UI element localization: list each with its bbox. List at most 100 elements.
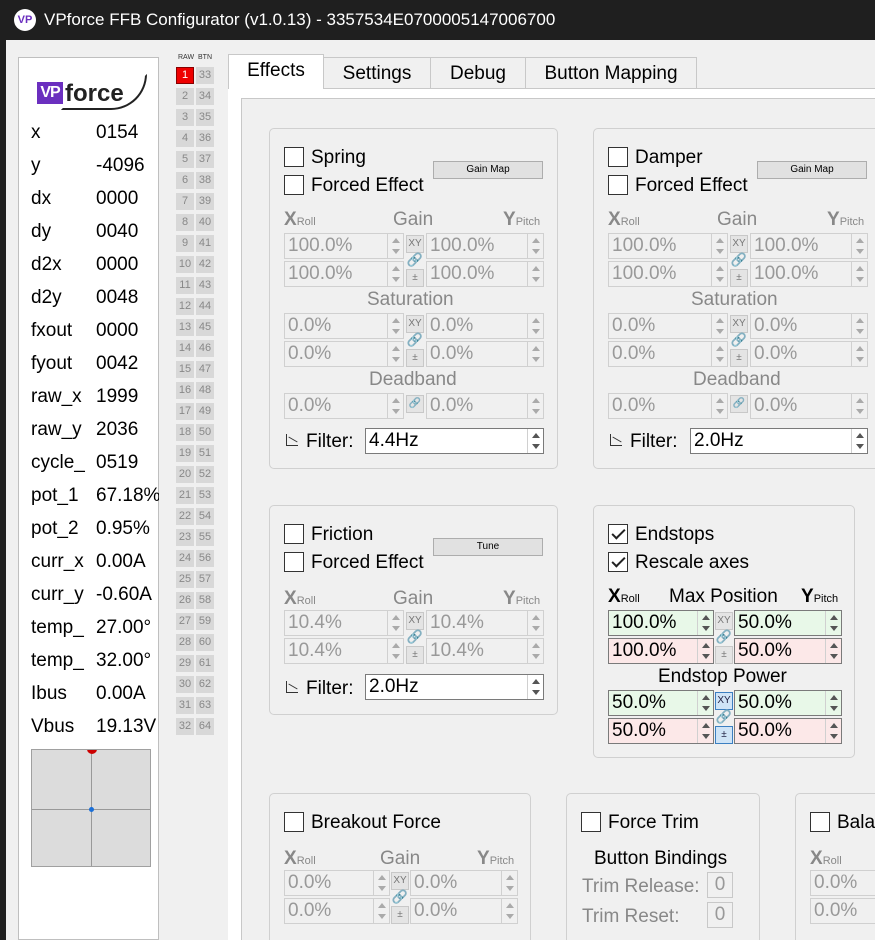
friction-checkbox[interactable] [284,524,304,544]
damper-deadband-link-icon[interactable]: 🔗 [730,395,748,413]
trim-release-label: Trim Release: [582,876,700,897]
force-trim-label: Force Trim [608,812,699,833]
balance-checkbox[interactable] [810,812,830,832]
damper-gain-y-pos[interactable]: 100.0% [750,233,868,259]
breakout-gain-link-icon[interactable]: 🔗 [391,889,409,905]
damper-gain-xy-toggle[interactable]: XY [730,235,748,253]
damper-sat-y-neg[interactable]: 0.0% [750,341,868,367]
spring-deadband-y[interactable]: 0.0% [426,393,544,419]
power-link-icon[interactable]: 🔗 [715,709,733,725]
tab-debug[interactable]: Debug [430,57,526,88]
spring-sat-link-icon[interactable]: 🔗 [406,332,424,348]
friction-gain-x-neg[interactable]: 10.4% [284,638,404,664]
spring-forced-checkbox[interactable] [284,175,304,195]
damper-deadband-y[interactable]: 0.0% [750,393,868,419]
damper-gain-y-neg[interactable]: 100.0% [750,261,868,287]
friction-gain-y-neg[interactable]: 10.4% [426,638,544,664]
damper-sat-x-pos[interactable]: 0.0% [608,313,728,339]
spring-gain-x-neg[interactable]: 100.0% [284,261,404,287]
damper-deadband-x[interactable]: 0.0% [608,393,728,419]
tab-effects[interactable]: Effects [228,54,324,89]
damper-sat-link-icon[interactable]: 🔗 [730,332,748,348]
spring-gain-x-pos[interactable]: 100.0% [284,233,404,259]
spring-gain-pm-toggle[interactable]: ± [406,269,424,287]
damper-sat-xy-toggle[interactable]: XY [730,315,748,333]
breakout-gain-x-neg[interactable]: 0.0% [284,898,390,924]
raw-button-indicator: 9 [176,235,194,252]
spring-sat-x-neg[interactable]: 0.0% [284,341,404,367]
max-pos-y-pos[interactable]: 50.0% [734,610,842,636]
spring-sat-pm-toggle[interactable]: ± [406,349,424,367]
friction-gain-pm-toggle[interactable]: ± [406,646,424,664]
breakout-gain-y-pos[interactable]: 0.0% [410,870,518,896]
logo-force: force [65,80,124,107]
tab-button-mapping[interactable]: Button Mapping [525,57,697,88]
max-pos-y-neg[interactable]: 50.0% [734,638,842,664]
damper-checkbox[interactable] [608,147,628,167]
damper-gain-x-neg[interactable]: 100.0% [608,261,728,287]
max-pos-x-neg[interactable]: 100.0% [608,638,714,664]
balance-x-pos[interactable]: 0.0% [810,870,875,896]
power-xy-toggle[interactable]: XY [715,692,733,710]
friction-x-axis-label: XRoll [284,588,316,609]
spring-checkbox[interactable] [284,147,304,167]
btn-button-indicator: 40 [196,214,214,231]
friction-tune-button[interactable]: Tune [433,538,543,556]
breakout-gain-x-pos[interactable]: 0.0% [284,870,390,896]
max-pos-xy-toggle[interactable]: XY [715,612,733,630]
friction-filter-spinbox[interactable]: 2.0Hz [365,674,544,700]
endstop-power-label: Endstop Power [658,666,787,687]
damper-sat-y-pos[interactable]: 0.0% [750,313,868,339]
damper-gain-link-icon[interactable]: 🔗 [730,252,748,268]
power-y-neg[interactable]: 50.0% [734,718,842,744]
damper-filter-spinbox[interactable]: 2.0Hz [690,428,868,454]
spring-sat-y-neg[interactable]: 0.0% [426,341,544,367]
power-y-pos[interactable]: 50.0% [734,690,842,716]
max-pos-x-pos[interactable]: 100.0% [608,610,714,636]
friction-gain-xy-toggle[interactable]: XY [406,612,424,630]
trim-reset-field[interactable]: 0 [707,902,733,928]
spring-gain-map-button[interactable]: Gain Map [433,161,543,179]
btn-button-indicator: 42 [196,256,214,273]
readout-row: x 0154 [31,122,159,155]
rescale-axes-checkbox[interactable] [608,552,628,572]
spring-gain-y-neg[interactable]: 100.0% [426,261,544,287]
friction-gain-link-icon[interactable]: 🔗 [406,629,424,645]
damper-gain-pm-toggle[interactable]: ± [730,269,748,287]
spring-sat-y-pos[interactable]: 0.0% [426,313,544,339]
readout-value: 67.18% [96,485,159,506]
friction-gain-x-pos[interactable]: 10.4% [284,610,404,636]
tab-settings[interactable]: Settings [323,57,431,88]
max-pos-link-icon[interactable]: 🔗 [715,629,733,645]
max-pos-pm-toggle[interactable]: ± [715,646,733,664]
friction-forced-checkbox[interactable] [284,552,304,572]
breakout-gain-y-neg[interactable]: 0.0% [410,898,518,924]
breakout-checkbox[interactable] [284,812,304,832]
power-pm-toggle[interactable]: ± [715,726,733,744]
breakout-gain-pm-toggle[interactable]: ± [391,906,409,924]
spring-filter-spinbox[interactable]: 4.4Hz [365,428,544,454]
damper-gain-map-button[interactable]: Gain Map [757,161,867,179]
readout-value: -0.60A [96,584,152,605]
force-trim-checkbox[interactable] [581,812,601,832]
breakout-gain-xy-toggle[interactable]: XY [391,872,409,890]
readout-label: temp_ [31,617,84,638]
spring-gain-xy-toggle[interactable]: XY [406,235,424,253]
spring-sat-x-pos[interactable]: 0.0% [284,313,404,339]
spring-gain-link-icon[interactable]: 🔗 [406,252,424,268]
spring-deadband-link-icon[interactable]: 🔗 [406,395,424,413]
spring-gain-y-pos[interactable]: 100.0% [426,233,544,259]
power-x-pos[interactable]: 50.0% [608,690,714,716]
damper-sat-x-neg[interactable]: 0.0% [608,341,728,367]
endstops-checkbox[interactable] [608,524,628,544]
damper-gain-x-pos[interactable]: 100.0% [608,233,728,259]
friction-gain-y-pos[interactable]: 10.4% [426,610,544,636]
spring-sat-xy-toggle[interactable]: XY [406,315,424,333]
damper-forced-checkbox[interactable] [608,175,628,195]
spring-deadband-x[interactable]: 0.0% [284,393,404,419]
power-x-neg[interactable]: 50.0% [608,718,714,744]
trim-release-field[interactable]: 0 [707,872,733,898]
readout-row: Vbus 19.13V [31,716,159,749]
balance-x-neg[interactable]: 0.0% [810,898,875,924]
damper-sat-pm-toggle[interactable]: ± [730,349,748,367]
